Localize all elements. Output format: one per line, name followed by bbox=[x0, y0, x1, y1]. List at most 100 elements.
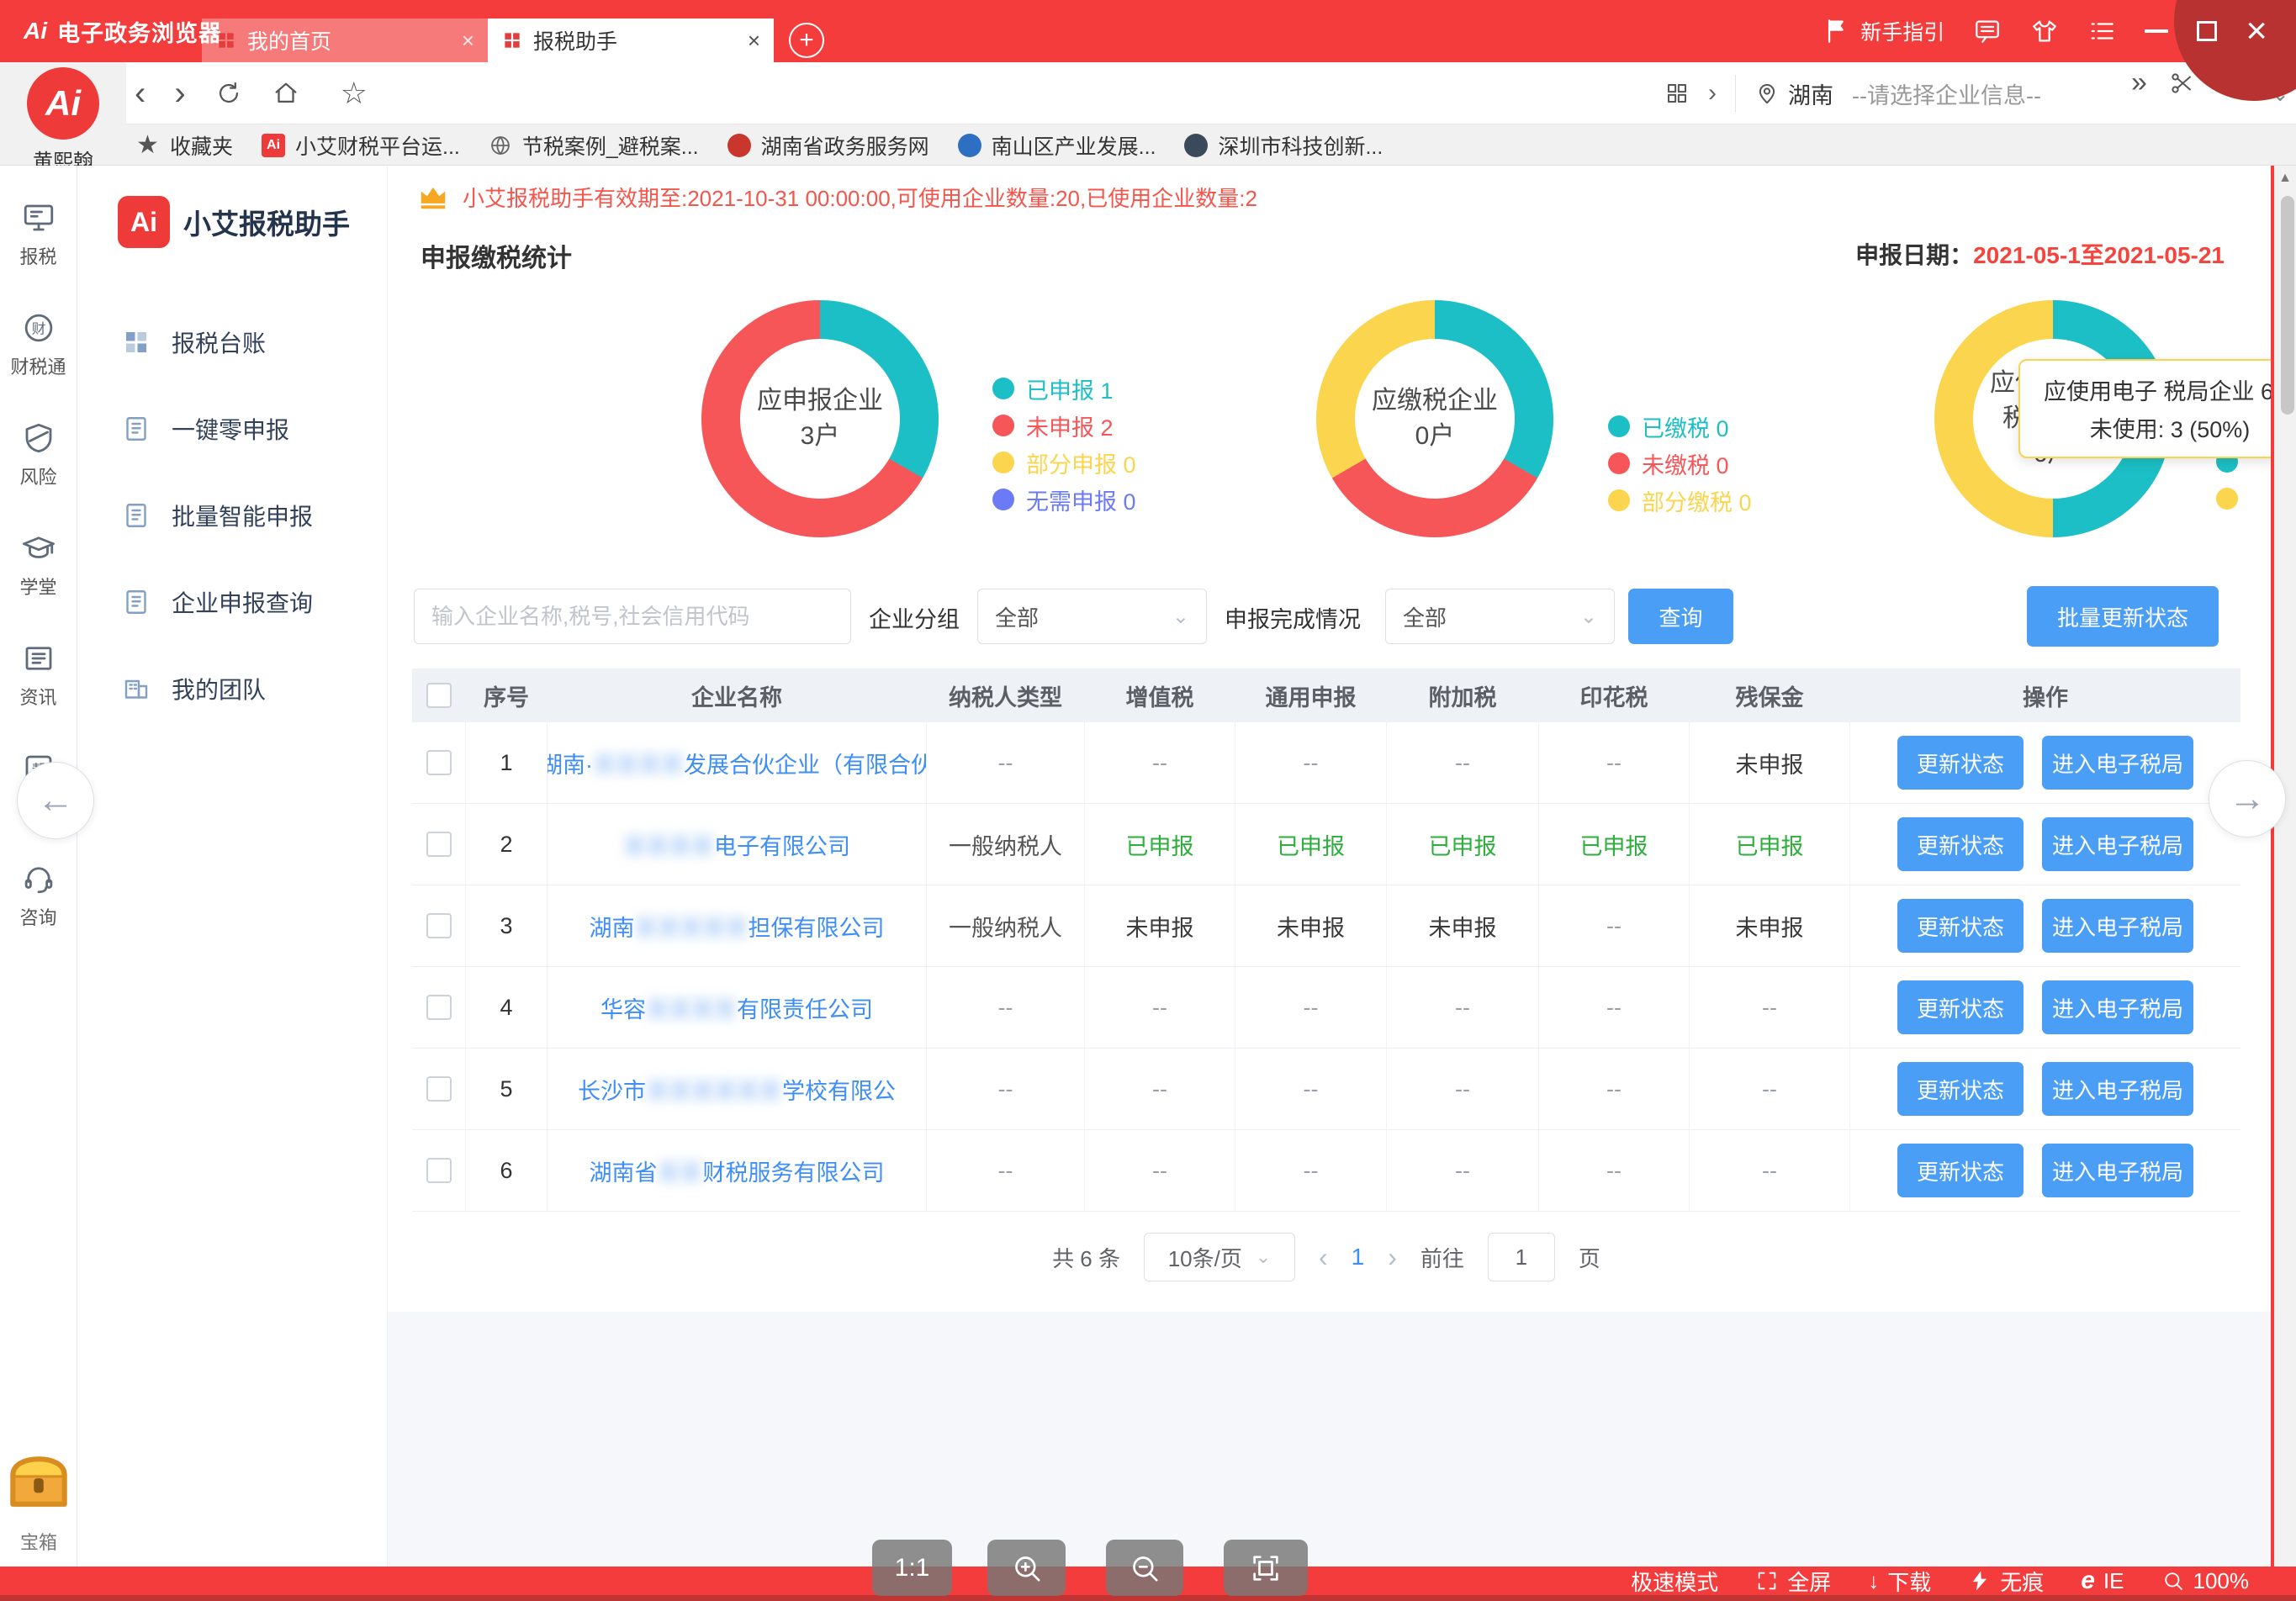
update-status-button[interactable]: 更新状态 bbox=[1897, 899, 2024, 953]
bookmark-item[interactable]: Ai 小艾财税平台运... bbox=[262, 130, 460, 161]
sidebar-item-批量智能申报[interactable]: 批量智能申报 bbox=[77, 472, 387, 558]
rail-item-资讯[interactable]: 资讯 bbox=[0, 620, 77, 730]
update-status-button[interactable]: 更新状态 bbox=[1897, 817, 2024, 871]
zoom-out-button[interactable] bbox=[1106, 1540, 1183, 1596]
legend-item[interactable]: 已申报 1 bbox=[992, 377, 1136, 404]
donut-chart-1[interactable]: 应申报企业 3户 bbox=[701, 300, 939, 537]
bookmark-item[interactable]: 南山区产业发展... bbox=[957, 130, 1156, 161]
guide-button[interactable]: 新手指引 bbox=[1823, 16, 1944, 46]
row-checkbox[interactable] bbox=[426, 1076, 452, 1102]
skin-icon[interactable] bbox=[2030, 17, 2059, 45]
company-name-link[interactable]: 湖南·某某某某发展合伙企业（有限合伙 bbox=[548, 722, 927, 803]
enter-tax-bureau-button[interactable]: 进入电子税局 bbox=[2042, 980, 2193, 1034]
row-checkbox[interactable] bbox=[426, 1158, 452, 1183]
update-status-button[interactable]: 更新状态 bbox=[1897, 1144, 2024, 1197]
company-name-link[interactable]: 长沙市 某某某某某某 学校有限公 bbox=[548, 1049, 927, 1129]
prev-page-button[interactable]: ‹ bbox=[1319, 1242, 1328, 1273]
enter-tax-bureau-button[interactable]: 进入电子税局 bbox=[2042, 1062, 2193, 1116]
enter-tax-bureau-button[interactable]: 进入电子税局 bbox=[2042, 1144, 2193, 1197]
menu-icon[interactable] bbox=[2087, 17, 2116, 45]
region-selector[interactable]: 湖南 bbox=[1754, 77, 1833, 110]
row-checkbox[interactable] bbox=[426, 913, 452, 938]
legend-item[interactable]: 已缴税 0 bbox=[1608, 415, 1752, 441]
rail-item-财税通[interactable]: 财财税通 bbox=[0, 289, 77, 399]
window-titlebar: Ai 电子政务浏览器 我的首页 × 报税助手 × + 新手指引 × bbox=[0, 0, 2296, 101]
new-tab-button[interactable]: + bbox=[789, 23, 824, 58]
scrollbar-thumb[interactable] bbox=[2281, 196, 2294, 415]
status-filter-select[interactable]: 全部 ⌄ bbox=[1385, 589, 1615, 644]
row-checkbox[interactable] bbox=[426, 750, 452, 775]
enter-tax-bureau-button[interactable]: 进入电子税局 bbox=[2042, 899, 2193, 953]
total-count: 共 6 条 bbox=[1052, 1245, 1120, 1271]
home-icon[interactable] bbox=[272, 79, 300, 108]
row-checkbox[interactable] bbox=[426, 995, 452, 1020]
select-all-checkbox[interactable] bbox=[426, 683, 452, 708]
page-size-select[interactable]: 10条/页 ⌄ bbox=[1144, 1233, 1295, 1281]
legend-item[interactable]: 未申报 2 bbox=[992, 414, 1136, 441]
feedback-icon[interactable] bbox=[1973, 17, 2002, 45]
browser-tab[interactable]: 我的首页 × bbox=[202, 18, 488, 62]
bookmark-item[interactable]: 节税案例_避税案... bbox=[489, 130, 699, 161]
rail-item-咨询[interactable]: 咨询 bbox=[0, 840, 77, 950]
legend-item[interactable]: 部分申报 0 bbox=[992, 451, 1136, 478]
expand-chevron[interactable]: › bbox=[1708, 79, 1717, 108]
carousel-next-button[interactable]: → bbox=[2209, 760, 2286, 837]
reload-icon[interactable] bbox=[214, 79, 243, 108]
legend-item[interactable] bbox=[2216, 487, 2238, 510]
bookmark-item[interactable]: ★ 收藏夹 bbox=[136, 130, 233, 161]
more-bookmarks-icon[interactable]: » bbox=[2131, 66, 2147, 99]
company-name-link[interactable]: 湖南 某某某某某 担保有限公司 bbox=[548, 885, 927, 966]
bookmark-item[interactable]: 深圳市科技创新... bbox=[1184, 130, 1383, 161]
legend-item[interactable]: 部分缴税 0 bbox=[1608, 489, 1752, 515]
apps-icon[interactable] bbox=[1664, 81, 1690, 106]
back-button[interactable]: ‹ bbox=[135, 75, 145, 113]
tab-close-icon[interactable]: × bbox=[462, 28, 474, 54]
chart-tooltip: 应使用电子 税局企业 6户 未使用: 3 (50%) bbox=[2018, 359, 2296, 458]
company-name-link[interactable]: 湖南省 某某 财税服务有限公司 bbox=[548, 1130, 927, 1211]
forward-button[interactable]: › bbox=[174, 75, 185, 113]
update-status-button[interactable]: 更新状态 bbox=[1897, 1062, 2024, 1116]
minimize-button[interactable] bbox=[2145, 29, 2169, 33]
sidebar-item-我的团队[interactable]: 我的团队 bbox=[77, 645, 387, 732]
bookmark-item[interactable]: 湖南省政务服务网 bbox=[727, 130, 929, 161]
update-status-button[interactable]: 更新状态 bbox=[1897, 736, 2024, 790]
actual-size-button[interactable]: 1:1 bbox=[872, 1540, 952, 1596]
enter-tax-bureau-button[interactable]: 进入电子税局 bbox=[2042, 817, 2193, 871]
rail-item-宝箱[interactable]: 宝箱 bbox=[0, 1443, 77, 1555]
legend-item[interactable]: 未缴税 0 bbox=[1608, 452, 1752, 478]
carousel-prev-button[interactable]: ← bbox=[17, 762, 94, 839]
user-profile[interactable]: Ai 黄熙翰 bbox=[17, 67, 109, 174]
browser-tab[interactable]: 报税助手 × bbox=[488, 18, 774, 62]
rail-item-风险[interactable]: 风险 bbox=[0, 399, 77, 510]
current-page[interactable]: 1 bbox=[1352, 1244, 1365, 1271]
batch-update-button[interactable]: 批量更新状态 bbox=[2027, 586, 2219, 647]
company-name-link[interactable]: 某某某某 电子有限公司 bbox=[548, 804, 927, 885]
maximize-button[interactable] bbox=[2197, 21, 2218, 41]
rail-item-学堂[interactable]: 学堂 bbox=[0, 510, 77, 620]
tab-close-icon[interactable]: × bbox=[748, 28, 760, 54]
group-filter-select[interactable]: 全部 ⌄ bbox=[977, 589, 1207, 644]
search-input[interactable] bbox=[414, 589, 851, 644]
close-button[interactable]: × bbox=[2246, 13, 2267, 50]
sidebar-item-报税台账[interactable]: 报税台账 bbox=[77, 299, 387, 385]
page-scrollbar[interactable]: ▲ bbox=[2271, 166, 2296, 1567]
donut-chart-2[interactable]: 应缴税企业 0户 bbox=[1316, 300, 1553, 537]
update-status-button[interactable]: 更新状态 bbox=[1897, 980, 2024, 1034]
status-cell: -- bbox=[1387, 967, 1539, 1048]
zoom-in-button[interactable] bbox=[987, 1540, 1066, 1596]
sidebar-item-一键零申报[interactable]: 一键零申报 bbox=[77, 385, 387, 472]
scrollbar-up-arrow[interactable]: ▲ bbox=[2274, 166, 2296, 186]
company-name-link[interactable]: 华容 某某某某 有限责任公司 bbox=[548, 967, 927, 1048]
rail-item-报税[interactable]: 报税 bbox=[0, 179, 77, 289]
goto-page-input[interactable] bbox=[1487, 1233, 1555, 1281]
row-checkbox[interactable] bbox=[426, 832, 452, 857]
company-name-text: 湖南 bbox=[589, 915, 635, 941]
sidebar-item-企业申报查询[interactable]: 企业申报查询 bbox=[77, 558, 387, 645]
scissors-icon[interactable] bbox=[2169, 71, 2194, 96]
legend-item[interactable]: 无需申报 0 bbox=[992, 488, 1136, 515]
enter-tax-bureau-button[interactable]: 进入电子税局 bbox=[2042, 736, 2193, 790]
fit-screen-button[interactable] bbox=[1224, 1540, 1308, 1596]
search-button[interactable]: 查询 bbox=[1628, 589, 1733, 644]
next-page-button[interactable]: › bbox=[1388, 1242, 1397, 1273]
bookmark-star-icon[interactable]: ☆ bbox=[341, 76, 368, 111]
